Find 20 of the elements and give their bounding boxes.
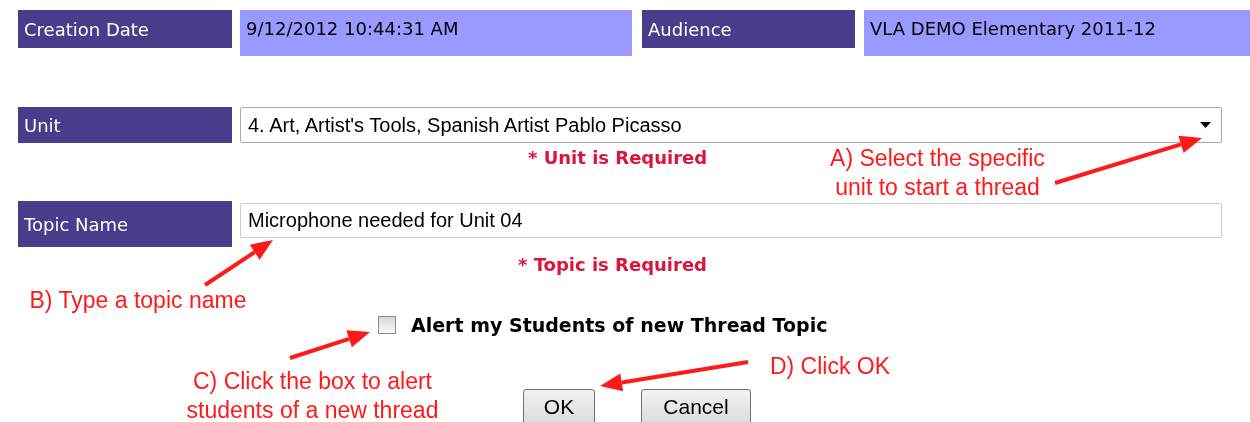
validation-message: * Topic is Required [518, 253, 707, 277]
ok-button[interactable]: OK [523, 389, 595, 422]
field-value: 9/12/2012 10:44:31 AM [240, 10, 632, 56]
checkbox-label: Alert my Students of new Thread Topic [411, 313, 828, 337]
annotation-arrow [203, 240, 273, 287]
cancel-button[interactable]: Cancel [641, 389, 751, 422]
annotation-text: C) Click the box to alert students of a new thread [185, 367, 440, 422]
alert-checkbox[interactable] [378, 316, 396, 334]
unit-dropdown[interactable]: 4. Art, Artist's Tools, Spanish Artist Pablo Picasso [240, 107, 1222, 143]
validation-message: * Unit is Required [528, 146, 708, 170]
topic-name-field[interactable]: Microphone needed for Unit 04 [240, 203, 1222, 238]
annotation-text: B) Type a topic name [28, 286, 248, 315]
field-label: Topic Name [18, 201, 232, 247]
annotation-text: A) Select the specific unit to start a thread [829, 144, 1046, 202]
field-label: Audience [642, 10, 855, 48]
field-label: Unit [18, 107, 232, 143]
caret-icon [1200, 122, 1211, 128]
annotation-text: D) Click OK [768, 352, 892, 381]
field-value: VLA DEMO Elementary 2011-12 [864, 10, 1250, 56]
field-label: Creation Date [18, 10, 232, 48]
